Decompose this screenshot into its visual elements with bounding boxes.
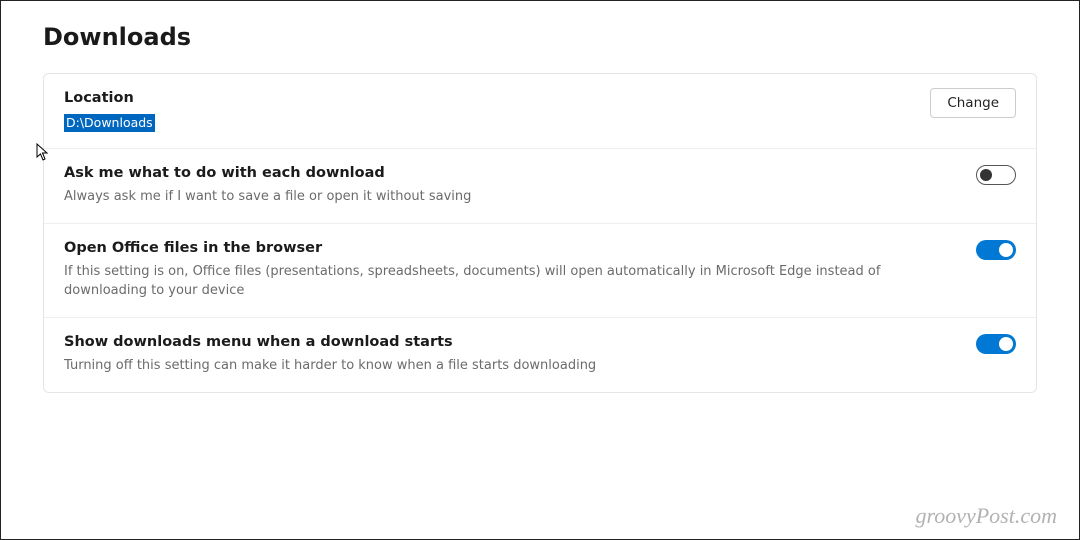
ask-desc: Always ask me if I want to save a file o… [64,187,956,207]
downloads-settings-card: Location D:\Downloads Change Ask me what… [43,73,1037,393]
toggle-knob [980,169,992,181]
location-path[interactable]: D:\Downloads [64,114,155,132]
ask-title: Ask me what to do with each download [64,163,956,183]
show-menu-title: Show downloads menu when a download star… [64,332,956,352]
ask-row: Ask me what to do with each download Alw… [44,149,1036,224]
office-title: Open Office files in the browser [64,238,956,258]
office-toggle[interactable] [976,240,1016,260]
page-title: Downloads [43,23,1037,51]
office-row: Open Office files in the browser If this… [44,224,1036,318]
location-row: Location D:\Downloads Change [44,74,1036,149]
toggle-knob [999,243,1013,257]
change-location-button[interactable]: Change [930,88,1016,118]
show-menu-toggle[interactable] [976,334,1016,354]
show-menu-desc: Turning off this setting can make it har… [64,356,956,376]
watermark: groovyPost.com [915,503,1057,529]
location-title: Location [64,88,910,108]
office-desc: If this setting is on, Office files (pre… [64,262,956,301]
toggle-knob [999,337,1013,351]
show-menu-row: Show downloads menu when a download star… [44,318,1036,392]
ask-toggle[interactable] [976,165,1016,185]
